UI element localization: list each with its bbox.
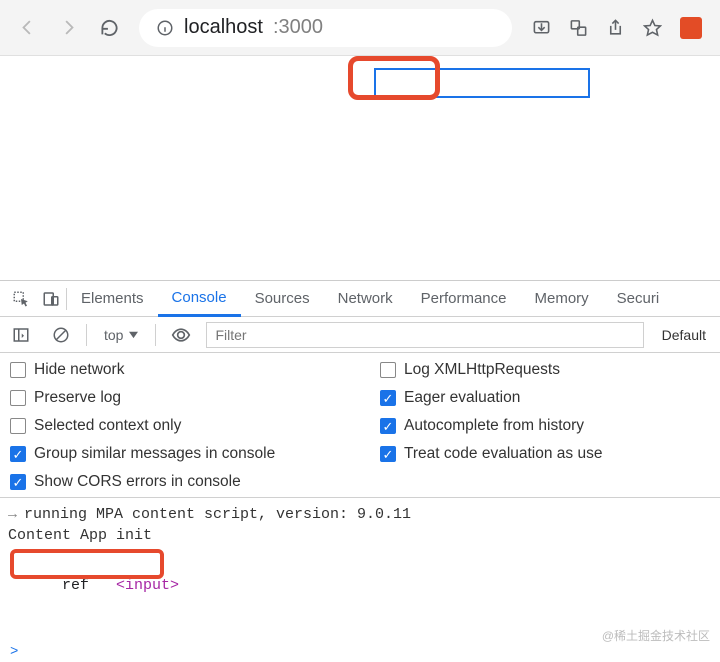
clear-console-icon[interactable] (46, 326, 76, 344)
console-prompt[interactable]: > (0, 642, 720, 662)
tab-security[interactable]: Securi (603, 281, 674, 317)
checkbox-icon (380, 362, 396, 378)
tab-performance[interactable]: Performance (407, 281, 521, 317)
checkbox-checked-icon (380, 418, 396, 434)
back-button[interactable] (18, 18, 37, 37)
bookmark-star-icon[interactable] (643, 18, 662, 37)
setting-hide-network[interactable]: Hide network (10, 361, 340, 379)
nav-buttons (18, 18, 119, 37)
reload-button[interactable] (100, 18, 119, 37)
log-levels-selector[interactable]: Default (654, 327, 714, 343)
share-icon[interactable] (606, 18, 625, 37)
setting-preserve-log[interactable]: Preserve log (10, 389, 340, 407)
checkbox-icon (10, 390, 26, 406)
url-port: :3000 (273, 16, 323, 39)
setting-show-cors[interactable]: Show CORS errors in console (10, 473, 710, 491)
checkbox-checked-icon (380, 446, 396, 462)
context-label: top (104, 327, 123, 343)
console-log-line-ref[interactable]: ref <input> (8, 550, 710, 638)
tab-console[interactable]: Console (158, 281, 241, 317)
console-settings: Hide network Log XMLHttpRequests Preserv… (0, 353, 720, 498)
console-log-line[interactable]: Content App init (8, 525, 710, 546)
checkbox-checked-icon (380, 390, 396, 406)
checkbox-icon (10, 418, 26, 434)
device-toggle-icon[interactable] (36, 290, 66, 308)
devtools-panel: Elements Console Sources Network Perform… (0, 280, 720, 662)
devtools-tabbar: Elements Console Sources Network Perform… (0, 281, 720, 317)
setting-selected-context[interactable]: Selected context only (10, 417, 340, 435)
context-selector[interactable]: top (97, 324, 145, 346)
tab-elements[interactable]: Elements (67, 281, 158, 317)
separator (86, 324, 87, 346)
tab-sources[interactable]: Sources (241, 281, 324, 317)
url-host: localhost (184, 16, 263, 39)
setting-autocomplete[interactable]: Autocomplete from history (380, 417, 710, 435)
live-expression-icon[interactable] (166, 325, 196, 345)
forward-button[interactable] (59, 18, 78, 37)
checkbox-icon (10, 362, 26, 378)
extension-badge[interactable] (680, 17, 702, 39)
inspect-element-icon[interactable] (6, 290, 36, 308)
ref-element: <input> (116, 577, 179, 594)
page-viewport (0, 56, 720, 280)
site-info-icon[interactable] (155, 18, 174, 37)
setting-eager-eval[interactable]: Eager evaluation (380, 389, 710, 407)
setting-log-xhr[interactable]: Log XMLHttpRequests (380, 361, 710, 379)
watermark: @稀土掘金技术社区 (602, 627, 710, 644)
separator (155, 324, 156, 346)
install-icon[interactable] (532, 18, 551, 37)
annotation-highlight-ref (10, 549, 164, 579)
page-text-input[interactable] (374, 68, 590, 98)
browser-toolbar: localhost :3000 (0, 0, 720, 56)
checkbox-checked-icon (10, 474, 26, 490)
ref-label: ref (62, 577, 89, 594)
console-toolbar: top Default (0, 317, 720, 353)
tab-network[interactable]: Network (324, 281, 407, 317)
address-bar[interactable]: localhost :3000 (139, 9, 512, 47)
console-output: running MPA content script, version: 9.0… (0, 498, 720, 642)
toolbar-actions (532, 17, 702, 39)
setting-group-similar[interactable]: Group similar messages in console (10, 445, 340, 463)
setting-treat-code-eval[interactable]: Treat code evaluation as use (380, 445, 710, 463)
console-log-line[interactable]: running MPA content script, version: 9.0… (24, 504, 710, 525)
checkbox-checked-icon (10, 446, 26, 462)
tab-memory[interactable]: Memory (521, 281, 603, 317)
translate-icon[interactable] (569, 18, 588, 37)
console-filter-input[interactable] (206, 322, 643, 348)
console-sidebar-toggle-icon[interactable] (6, 326, 36, 344)
